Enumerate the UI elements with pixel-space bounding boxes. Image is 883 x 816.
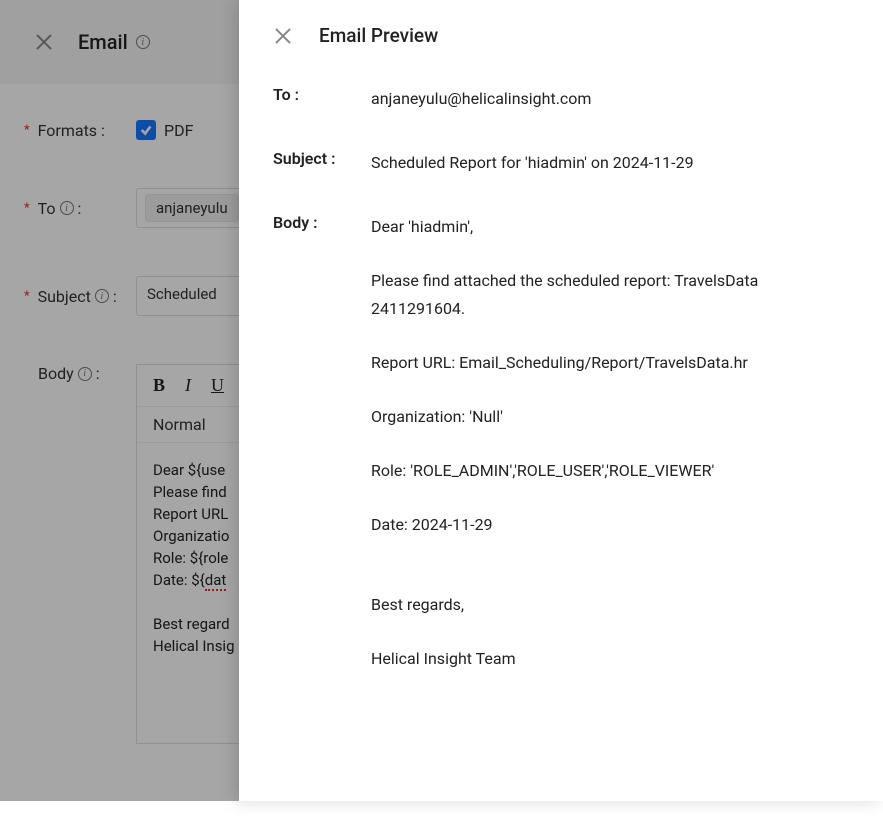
drawer-title: Email Preview [319, 24, 438, 47]
close-icon[interactable] [273, 26, 293, 46]
preview-body-line: Report URL: Email_Scheduling/Report/Trav… [371, 349, 849, 377]
preview-body-line: Date: 2024-11-29 [371, 511, 849, 539]
preview-subject-row: Subject : Scheduled Report for 'hiadmin'… [273, 149, 849, 177]
email-preview-drawer: Email Preview To : anjaneyulu@helicalins… [239, 0, 883, 801]
preview-body-line: Role: 'ROLE_ADMIN','ROLE_USER','ROLE_VIE… [371, 457, 849, 485]
preview-body-label: Body : [273, 213, 371, 232]
preview-body-line: Best regards, [371, 591, 849, 619]
preview-to-row: To : anjaneyulu@helicalinsight.com [273, 85, 849, 113]
drawer-body: To : anjaneyulu@helicalinsight.com Subje… [239, 67, 883, 703]
preview-body-value: Dear 'hiadmin', Please find attached the… [371, 213, 849, 673]
preview-to-label: To : [273, 85, 371, 104]
modal-backdrop[interactable] [0, 0, 239, 801]
preview-body-row: Body : Dear 'hiadmin', Please find attac… [273, 213, 849, 673]
drawer-header: Email Preview [239, 0, 883, 67]
preview-body-line: Dear 'hiadmin', [371, 213, 849, 241]
preview-body-line: Please find attached the scheduled repor… [371, 267, 849, 323]
preview-subject-value: Scheduled Report for 'hiadmin' on 2024-1… [371, 149, 849, 177]
preview-subject-label: Subject : [273, 149, 371, 168]
preview-body-line: Helical Insight Team [371, 645, 849, 673]
preview-body-line: Organization: 'Null' [371, 403, 849, 431]
preview-to-value: anjaneyulu@helicalinsight.com [371, 85, 849, 113]
